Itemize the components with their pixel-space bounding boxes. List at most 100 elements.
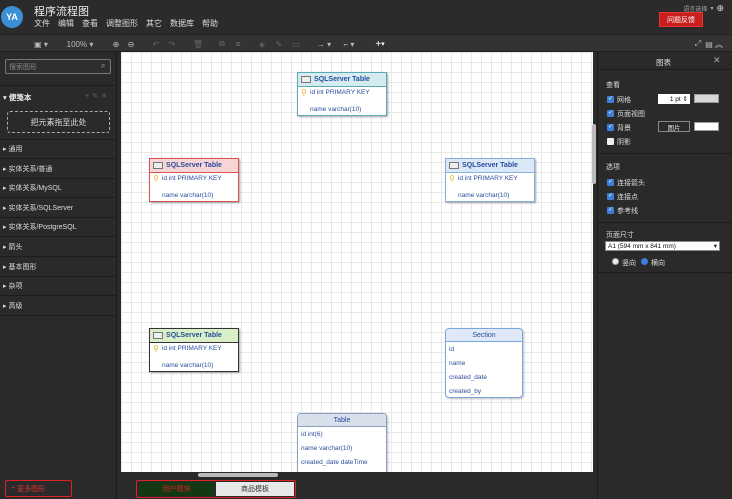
grid-label: 网格 (617, 97, 631, 104)
horizontal-scrollbar[interactable] (198, 473, 278, 477)
list-item[interactable]: created_date dateTime (298, 455, 386, 469)
table-header: SQLServer Table (150, 329, 238, 343)
sqlserver-table-1[interactable]: SQLServer Table ⚲ id int PRIMARY KEY name… (297, 72, 387, 116)
sqlserver-table-3[interactable]: SQLServer Table ⚲ id int PRIMARY KEY name… (445, 158, 535, 202)
background-checkbox[interactable] (607, 123, 614, 131)
delete-icon[interactable]: 🗑 (192, 37, 204, 51)
feedback-button[interactable]: 问题反馈 (659, 12, 703, 27)
menu-extras[interactable]: 其它 (146, 18, 162, 29)
table-row[interactable]: name varchar(10) (150, 190, 238, 201)
fill-color-icon[interactable]: ◈ (256, 37, 268, 51)
guides-checkbox[interactable] (607, 206, 614, 214)
insert-icon[interactable]: + ▾ (370, 37, 390, 51)
table-icon (153, 332, 163, 339)
table-shape-header: Table (298, 414, 386, 427)
landscape-radio[interactable] (641, 258, 648, 265)
library-er-mysql[interactable]: ▸ 实体关系/MySQL (3, 183, 62, 193)
library-er-sqlserver[interactable]: ▸ 实体关系/SQLServer (3, 203, 73, 213)
portrait-radio[interactable] (612, 258, 619, 265)
more-shapes-button[interactable]: + 更多图形 (5, 480, 72, 497)
menu-file[interactable]: 文件 (34, 18, 50, 29)
menu-edit[interactable]: 编辑 (58, 18, 74, 29)
to-front-icon[interactable]: ⧉ (216, 37, 228, 51)
menu-database[interactable]: 数据库 (170, 18, 194, 29)
scratchpad-title[interactable]: ▾ 便笺本 (3, 92, 31, 103)
table-row[interactable]: name varchar(10) (446, 190, 534, 201)
diagram-canvas[interactable]: SQLServer Table ⚲ id int PRIMARY KEY name… (121, 52, 593, 472)
connection-icon[interactable]: → ▾ (314, 37, 334, 51)
library-misc[interactable]: ▸ 杂项 (3, 281, 22, 291)
format-panel-icon[interactable]: ▤ (704, 37, 714, 51)
grid-checkbox[interactable] (607, 95, 614, 103)
undo-icon[interactable]: ↶ (150, 37, 162, 51)
table-row[interactable]: name varchar(10) (150, 360, 238, 371)
library-general[interactable]: ▸ 通用 (3, 144, 22, 154)
zoom-dropdown[interactable]: 100% ▾ (62, 37, 98, 51)
grid-size-input[interactable]: 1 pt ⇕ (658, 94, 690, 104)
shadow-checkbox[interactable] (607, 138, 614, 145)
menu-arrange[interactable]: 调整图形 (106, 18, 138, 29)
background-label: 背景 (617, 125, 631, 132)
image-button[interactable]: 图片 (658, 121, 690, 132)
table-row[interactable]: ⚲ id int PRIMARY KEY (150, 343, 238, 354)
library-er-postgresql[interactable]: ▸ 实体关系/PostgreSQL (3, 222, 77, 232)
menu-help[interactable]: 帮助 (202, 18, 218, 29)
table-row[interactable]: name varchar(10) (298, 104, 386, 115)
connection-points-checkbox[interactable] (607, 192, 614, 200)
table-row[interactable]: ⚲ id int PRIMARY KEY (446, 173, 534, 184)
sqlserver-table-4[interactable]: SQLServer Table ⚲ id int PRIMARY KEY name… (149, 328, 239, 372)
scratchpad-dropzone[interactable]: 把元素拖至此处 (7, 111, 110, 133)
panel-title: 图表 (656, 58, 671, 67)
document-title[interactable]: 程序流程图 (34, 3, 89, 19)
section-shape[interactable]: Section id name created_date created_by (445, 328, 523, 398)
list-item[interactable]: name (446, 356, 522, 370)
table-shape[interactable]: Table id int(6) name varchar(10) created… (297, 413, 387, 472)
page-view-icon[interactable]: ▣ ▾ (32, 37, 50, 51)
search-icon[interactable]: ⌕ (101, 61, 105, 71)
view-section-title: 查看 (606, 82, 620, 89)
tab-product-template[interactable]: 商品模板 (216, 482, 294, 496)
list-item[interactable]: created_by (446, 384, 522, 398)
section-header: Section (446, 329, 522, 342)
waypoint-icon[interactable]: ⌐ ▾ (339, 37, 359, 51)
page-view-checkbox[interactable] (607, 109, 614, 117)
list-item[interactable]: id (446, 342, 522, 356)
tab-user-module[interactable]: 用户模块 (139, 482, 214, 496)
list-item[interactable]: created_date (446, 370, 522, 384)
connection-arrows-label: 连接箭头 (617, 180, 645, 187)
search-input[interactable]: 搜索图形 (5, 59, 111, 74)
connection-arrows-checkbox[interactable] (607, 178, 614, 186)
format-panel (597, 52, 732, 499)
fullscreen-icon[interactable]: ⤢ (693, 37, 703, 51)
sqlserver-table-2[interactable]: SQLServer Table ⚲ id int PRIMARY KEY name… (149, 158, 239, 202)
to-back-icon[interactable]: ⧈ (232, 37, 244, 51)
background-color-swatch[interactable] (694, 122, 719, 131)
scratchpad-tools[interactable]: +✎✕ (85, 92, 110, 100)
key-icon: ⚲ (301, 87, 307, 97)
divider (0, 276, 117, 277)
guides-label: 参考线 (617, 208, 638, 215)
library-basic-shapes[interactable]: ▸ 基本图形 (3, 262, 36, 272)
close-icon[interactable]: ✕ (713, 55, 721, 66)
table-row[interactable]: ⚲ id int PRIMARY KEY (298, 87, 386, 98)
table-row[interactable]: ⚲ id int PRIMARY KEY (150, 173, 238, 184)
shadow-icon[interactable]: ▭ (290, 37, 302, 51)
grid-color-swatch[interactable] (694, 94, 719, 103)
redo-icon[interactable]: ↷ (166, 37, 178, 51)
zoom-out-icon[interactable]: ⊖ (125, 37, 137, 51)
library-advanced[interactable]: ▸ 高级 (3, 301, 22, 311)
divider (0, 85, 117, 86)
app-logo[interactable]: YA (1, 6, 23, 28)
library-er-general[interactable]: ▸ 实体关系/普通 (3, 164, 52, 174)
divider (597, 222, 732, 223)
stepper-icon[interactable]: ⇕ (683, 95, 688, 103)
library-arrows[interactable]: ▸ 箭头 (3, 242, 22, 252)
line-color-icon[interactable]: ✎ (273, 37, 285, 51)
collapse-icon[interactable]: ︽ (714, 37, 724, 51)
page-size-select[interactable]: A1 (594 mm x 841 mm) ▾ (605, 241, 720, 251)
vertical-scrollbar[interactable] (592, 124, 596, 184)
list-item[interactable]: id int(6) (298, 427, 386, 441)
menu-view[interactable]: 查看 (82, 18, 98, 29)
zoom-in-icon[interactable]: ⊕ (110, 37, 122, 51)
list-item[interactable]: name varchar(10) (298, 441, 386, 455)
